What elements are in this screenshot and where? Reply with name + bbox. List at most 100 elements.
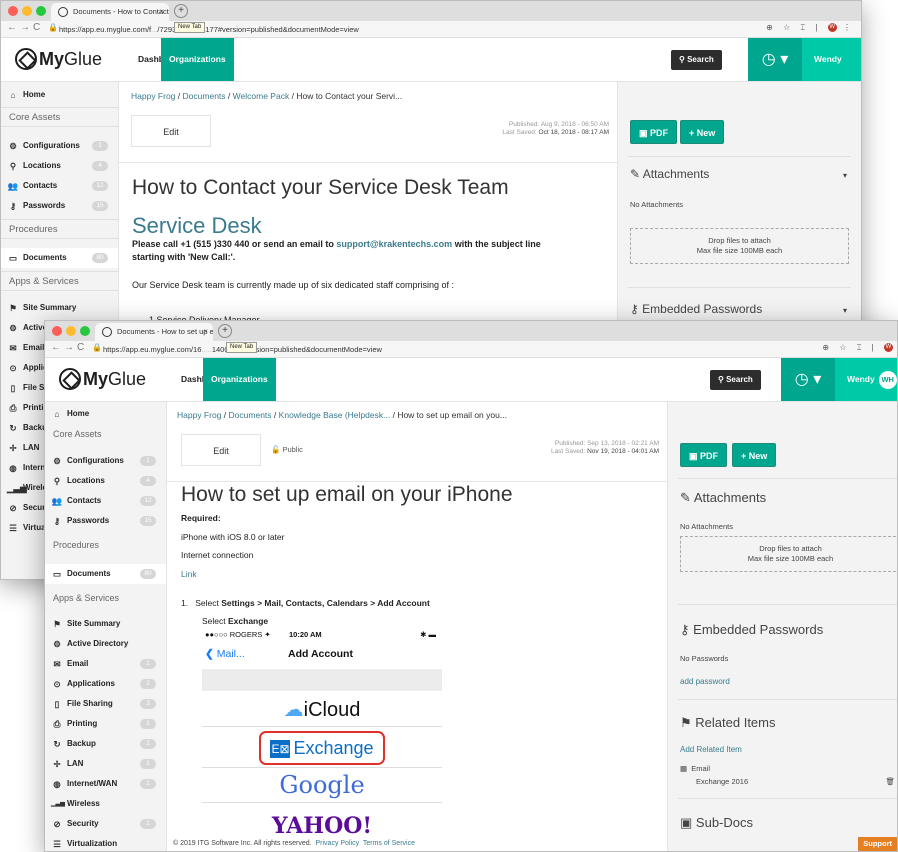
sidebar-item-configurations[interactable]: ⚙ Configurations 1 (45, 451, 166, 471)
sidebar-item-home[interactable]: ⌂ Home (1, 85, 118, 105)
trash-icon[interactable]: 🗑 (885, 777, 895, 786)
browser-tab[interactable]: Documents - How to set up em × (95, 323, 213, 341)
globe-icon: ◍ (53, 779, 61, 789)
document-title: How to set up email on your iPhone (181, 483, 513, 506)
breadcrumb: Happy Frog / Documents / Welcome Pack / … (131, 91, 403, 101)
caret-down-icon[interactable]: ▾ (843, 171, 847, 180)
back-arrow-icon[interactable]: ← (51, 342, 61, 353)
recent-history-button[interactable]: ◷ ▾ (781, 358, 835, 401)
sidebar-item-applications[interactable]: ⊙ Applications 2 (45, 674, 166, 694)
reload-icon[interactable]: C (33, 22, 40, 33)
sidebar-item-backup[interactable]: ↻ Backup 2 (45, 734, 166, 754)
breadcrumb-org[interactable]: Happy Frog (131, 91, 175, 101)
breadcrumb-org[interactable]: Happy Frog (177, 410, 221, 420)
reference-link[interactable]: Link (181, 569, 197, 579)
address-bar: ← → C 🔒 https://app.eu.myglue.com/16....… (45, 341, 897, 358)
url-field[interactable]: https://app.eu.myglue.com/f.../729392240… (59, 23, 359, 36)
sidebar-item-contacts[interactable]: 👥 Contacts 12 (45, 491, 166, 511)
close-window-icon[interactable] (52, 326, 62, 336)
sidebar-section-procedures: Procedures (1, 219, 118, 239)
requirement-1: iPhone with iOS 8.0 or later (181, 532, 285, 542)
search-button[interactable]: ⚲ Search (671, 50, 722, 70)
breadcrumb-documents[interactable]: Documents (183, 91, 226, 101)
forward-arrow-icon[interactable]: → (64, 342, 74, 353)
maximize-window-icon[interactable] (36, 6, 46, 16)
signal-icon: ▁▃▅ (7, 483, 27, 493)
add-related-item-link[interactable]: Add Related Item (680, 745, 742, 754)
recent-history-button[interactable]: ◷ ▾ (748, 38, 802, 81)
pdf-button[interactable]: ▣ PDF (680, 443, 728, 467)
minimize-window-icon[interactable] (66, 326, 76, 336)
privacy-policy-link[interactable]: Privacy Policy (316, 840, 360, 847)
close-tab-icon[interactable]: × (203, 323, 208, 341)
reload-icon[interactable]: C (77, 342, 84, 353)
app-header: MyGlue Dashboard Organizations ⚲ Search … (45, 358, 897, 402)
sidebar-item-documents[interactable]: ▭ Documents 80 (1, 248, 118, 268)
gear-icon: ⚙ (9, 323, 17, 333)
related-item-name[interactable]: Exchange 2016 (696, 777, 748, 786)
nav-organizations[interactable]: Organizations (161, 38, 234, 81)
sidebar-item-wireless[interactable]: ▁▃▅ Wireless (45, 794, 166, 814)
new-tab-button[interactable]: + (174, 4, 188, 18)
phone-back-link: ❮ Mail... (205, 648, 245, 660)
support-button[interactable]: Support (858, 837, 897, 851)
edit-button[interactable]: Edit (131, 115, 211, 147)
new-tab-button[interactable]: + (218, 324, 232, 338)
browser-toolbar-icons[interactable]: ⊕ ☆ ⌶ | W (822, 343, 893, 353)
dropzone[interactable]: Drop files to attach Max file size 100MB … (680, 536, 897, 572)
user-menu[interactable]: WendyWH ▾ (802, 38, 861, 112)
breadcrumb-folder[interactable]: Knowledge Base (Helpdesk... (279, 410, 391, 420)
sidebar-item-virtualization[interactable]: ☰ Virtualization (45, 834, 166, 851)
sidebar-item-site-summary[interactable]: ⚑ Site Summary (45, 614, 166, 634)
add-password-link[interactable]: add password (680, 677, 730, 686)
sidebar-item-internet[interactable]: ◍ Internet/WAN 1 (45, 774, 166, 794)
document-title: How to Contact your Service Desk Team (132, 176, 509, 199)
sidebar-item-home[interactable]: ⌂ Home (45, 404, 166, 424)
sidebar-item-printing[interactable]: ⎙ Printing 1 (45, 714, 166, 734)
browser-toolbar-icons[interactable]: ⊕ ☆ ⌶ | W ⋮ (766, 23, 855, 33)
security-icon: ⊘ (53, 819, 61, 829)
myglue-logo[interactable]: MyGlue (59, 368, 146, 390)
sidebar-item-email[interactable]: ✉ Email 1 (45, 654, 166, 674)
caret-down-icon[interactable]: ▾ (843, 306, 847, 315)
breadcrumb-documents[interactable]: Documents (229, 410, 272, 420)
browser-tab[interactable]: Documents - How to Contact y × (51, 3, 169, 21)
sidebar-item-documents[interactable]: ▭ Documents 80 (45, 564, 166, 584)
sidebar-item-configurations[interactable]: ⚙ Configurations 1 (1, 136, 118, 156)
sidebar-item-active-directory[interactable]: ⚙ Active Directory (45, 634, 166, 654)
search-button[interactable]: ⚲ Search (710, 370, 761, 390)
sidebar-item-locations[interactable]: ⚲ Locations 4 (45, 471, 166, 491)
close-window-icon[interactable] (8, 6, 18, 16)
sidebar-item-site-summary[interactable]: ⚑ Site Summary (1, 298, 118, 318)
home-icon: ⌂ (10, 90, 16, 100)
tab-bar: Documents - How to Contact y × + (1, 1, 861, 21)
user-menu[interactable]: Wendy WH (835, 358, 897, 401)
support-email-link[interactable]: support@krakentechs.com (336, 239, 452, 249)
myglue-logo[interactable]: MyGlue (15, 48, 102, 70)
sidebar-item-locations[interactable]: ⚲ Locations 4 (1, 156, 118, 176)
breadcrumb-folder[interactable]: Welcome Pack (233, 91, 290, 101)
edit-button[interactable]: Edit (181, 434, 261, 466)
sidebar-item-contacts[interactable]: 👥 Contacts 12 (1, 176, 118, 196)
back-arrow-icon[interactable]: ← (7, 22, 17, 33)
sidebar-item-lan[interactable]: ✢ LAN 1 (45, 754, 166, 774)
sidebar-item-file-sharing[interactable]: ▯ File Sharing 3 (45, 694, 166, 714)
sidebar-item-passwords[interactable]: ⚷ Passwords 15 (45, 511, 166, 531)
related-item-type: ▦ Email (680, 764, 711, 773)
new-button[interactable]: + New (680, 120, 725, 144)
maximize-window-icon[interactable] (80, 326, 90, 336)
lock-icon: 🔒 (92, 343, 102, 352)
sidebar-item-security[interactable]: ⊘ Security 1 (45, 814, 166, 834)
minimize-window-icon[interactable] (22, 6, 32, 16)
forward-arrow-icon[interactable]: → (20, 22, 30, 33)
gear-icon: ⚙ (53, 456, 61, 466)
sidebar-item-passwords[interactable]: ⚷ Passwords 15 (1, 196, 118, 216)
close-tab-icon[interactable]: × (159, 3, 164, 21)
nav-organizations[interactable]: Organizations (203, 358, 276, 401)
right-panel: ▣ PDF + New ✎ Attachments No Attachments… (667, 402, 897, 851)
myglue-logo-icon (59, 368, 81, 390)
pdf-button[interactable]: ▣ PDF (630, 120, 678, 144)
dropzone[interactable]: Drop files to attach Max file size 100MB … (630, 228, 849, 264)
new-button[interactable]: + New (732, 443, 777, 467)
terms-link[interactable]: Terms of Service (363, 840, 415, 847)
